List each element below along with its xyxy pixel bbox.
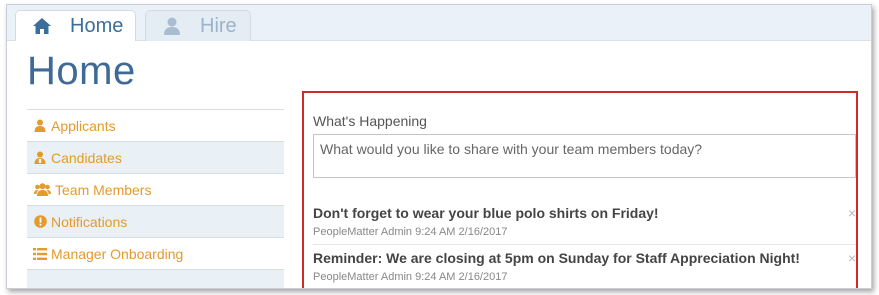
tab-home[interactable]: Home [15, 10, 136, 41]
post-meta: PeopleMatter Admin 9:24 AM 2/16/2017 [313, 271, 508, 283]
sidebar-item-partial[interactable] [27, 270, 284, 288]
users-icon [33, 183, 51, 197]
sidebar-item-label: Manager Onboarding [51, 245, 184, 262]
sidebar-item-team-members[interactable]: Team Members [27, 174, 284, 206]
post-item: Reminder: We are closing at 5pm on Sunda… [313, 250, 856, 286]
exclamation-circle-icon [33, 215, 47, 229]
tab-label: Hire [200, 14, 237, 37]
list-icon [33, 247, 47, 261]
sidebar-item-candidates[interactable]: Candidates [27, 142, 284, 174]
sidebar-item-label: Candidates [51, 149, 122, 166]
page-title: Home [27, 49, 136, 93]
sidebar-nav: Applicants Candidates Team Members Notif… [27, 109, 284, 288]
sidebar-item-manager-onboarding[interactable]: Manager Onboarding [27, 238, 284, 270]
panel-heading: What's Happening [313, 113, 427, 129]
close-icon[interactable]: × [848, 205, 856, 221]
user-icon [33, 119, 47, 133]
home-icon [32, 16, 52, 36]
tab-hire[interactable]: Hire [145, 10, 251, 41]
tab-label: Home [70, 14, 124, 37]
post-item: Don't forget to wear your blue polo shir… [313, 205, 856, 245]
sidebar-item-notifications[interactable]: Notifications [27, 206, 284, 238]
sidebar-item-label: Notifications [51, 213, 128, 230]
candidate-icon [33, 151, 47, 165]
share-input[interactable] [313, 134, 856, 178]
sidebar-item-label: Team Members [55, 181, 152, 198]
user-icon [162, 16, 182, 36]
sidebar-item-applicants[interactable]: Applicants [27, 110, 284, 142]
tab-bar: Home Hire [7, 5, 871, 41]
app-window: Home Hire Home Applicants Candidates Tea… [6, 4, 872, 289]
post-message: Reminder: We are closing at 5pm on Sunda… [313, 250, 800, 266]
whats-happening-panel: What's Happening Don't forget to wear yo… [302, 91, 858, 288]
post-message: Don't forget to wear your blue polo shir… [313, 205, 659, 221]
close-icon[interactable]: × [848, 250, 856, 266]
post-meta: PeopleMatter Admin 9:24 AM 2/16/2017 [313, 226, 508, 238]
sidebar-item-label: Applicants [51, 117, 116, 134]
